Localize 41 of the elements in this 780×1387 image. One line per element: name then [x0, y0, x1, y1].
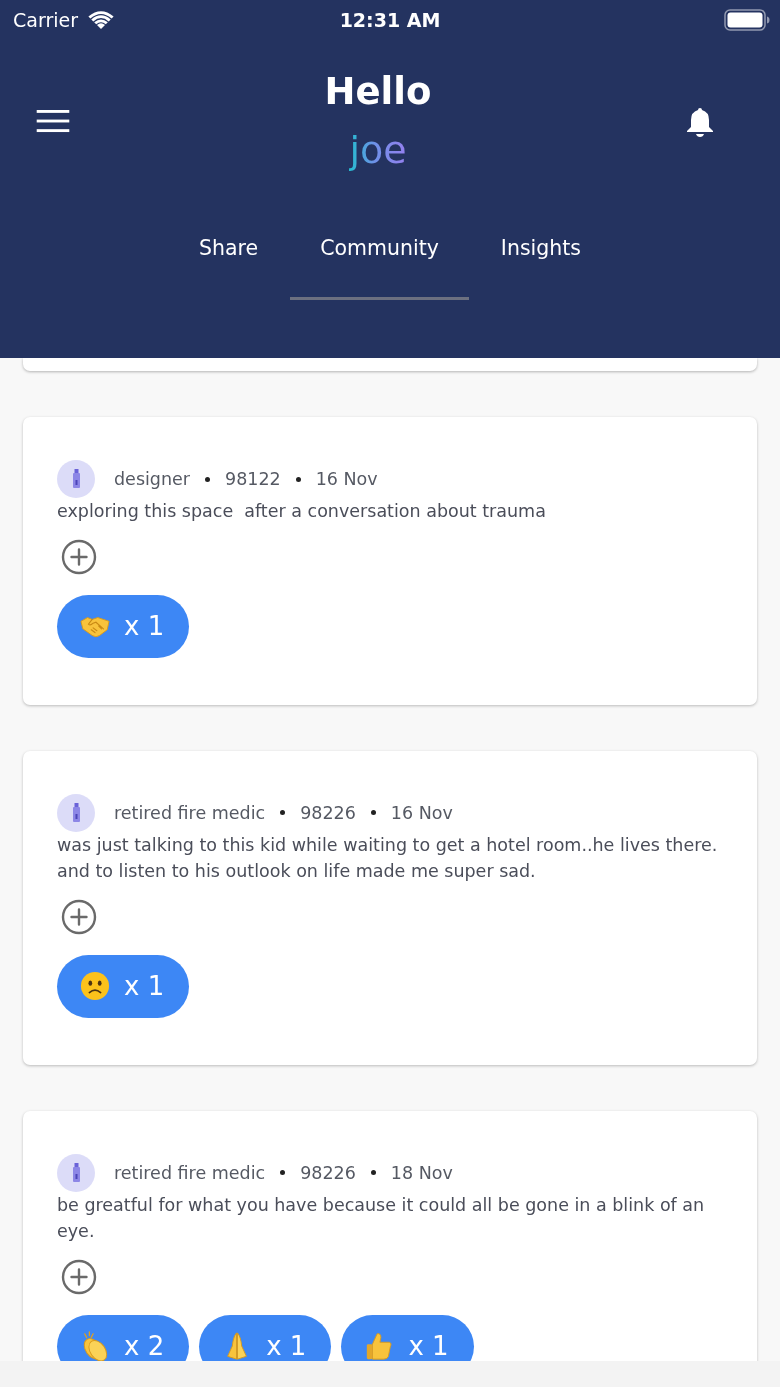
post-text: exploring this space after a conversation about trauma: [57, 500, 547, 523]
post-date: 18 Nov: [390, 1161, 453, 1185]
avatar-icon: [57, 793, 95, 832]
bullet-icon: [370, 810, 376, 815]
thumbs-up-icon: [364, 1331, 395, 1361]
tab[interactable]: Insights: [470, 235, 611, 300]
bullet-icon: [370, 1170, 376, 1175]
plus-circle-icon[interactable]: [61, 538, 97, 575]
wifi-icon: [87, 10, 115, 30]
zip-code: 98226: [300, 1161, 356, 1185]
post-date: 16 Nov: [390, 801, 453, 825]
bullet-icon: [295, 476, 301, 482]
reaction-button[interactable]: x 1: [341, 1314, 474, 1361]
post-date: 16 Nov: [315, 468, 378, 491]
plus-circle-icon[interactable]: [61, 898, 97, 935]
zip-code: 98122: [225, 468, 281, 491]
reaction-button[interactable]: x 1: [57, 954, 190, 1018]
author-name: retired fire medic: [114, 1161, 266, 1185]
plus-circle-icon[interactable]: [61, 1258, 97, 1295]
post-text: be greatful for what you have because it could all be gone in a blink of an eye.: [57, 1193, 706, 1243]
reaction-button[interactable]: x 2: [57, 1314, 190, 1361]
reaction-button[interactable]: x 1: [199, 1314, 332, 1361]
author-name: designer: [114, 468, 190, 491]
battery-icon: [724, 9, 770, 31]
avatar-icon: [57, 460, 95, 498]
author-name: retired fire medic: [114, 801, 266, 825]
bullet-icon: [280, 1170, 286, 1175]
frowning-face-icon: [80, 971, 110, 1001]
zip-code: 98226: [300, 801, 356, 825]
greeting-title: Hello: [324, 69, 432, 115]
bullet-icon: [280, 810, 286, 815]
carrier-label: Carrier: [13, 8, 78, 32]
post-text: was just talking to this kid while waiting to get a hotel room..he lives there. and to listen to his outlook on life made me super sad.: [57, 833, 719, 883]
bullet-icon: [205, 476, 210, 482]
tab[interactable]: Share: [169, 235, 289, 300]
bell-icon[interactable]: [686, 105, 714, 138]
avatar-icon: [57, 1153, 95, 1192]
menu-icon[interactable]: [36, 110, 70, 133]
reaction-button[interactable]: x 1: [57, 594, 190, 658]
status-time: 12:31 AM: [339, 8, 441, 32]
tab[interactable]: Community: [290, 235, 469, 300]
